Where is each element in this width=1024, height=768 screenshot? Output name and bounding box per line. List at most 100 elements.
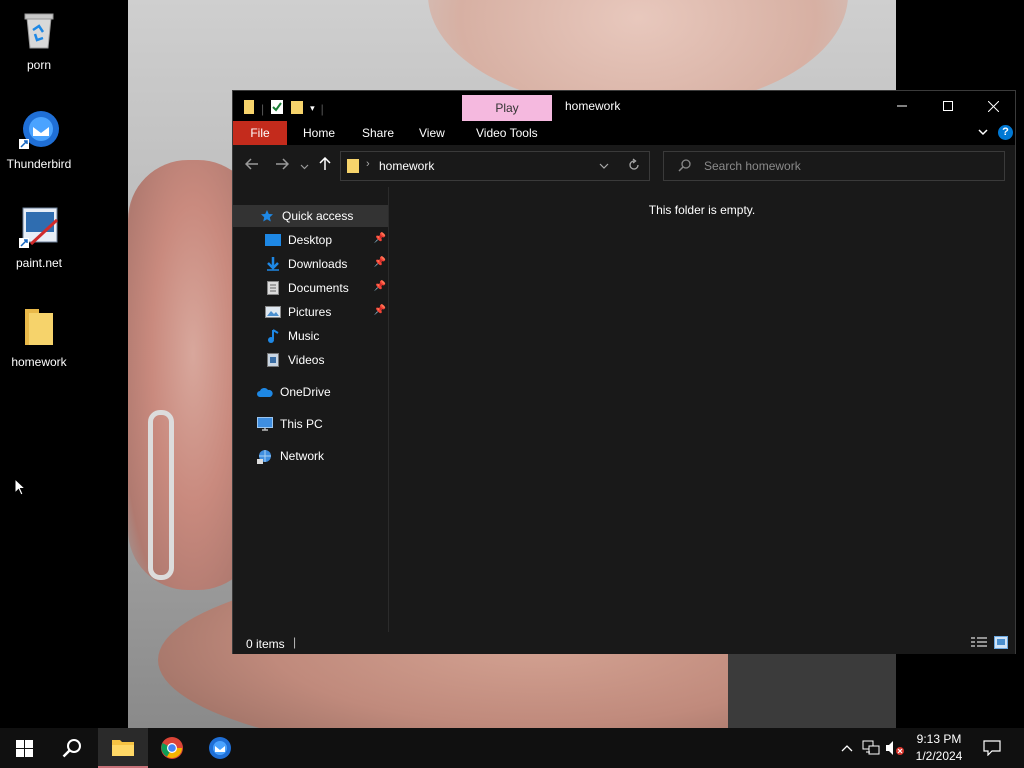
nav-item-desktop[interactable]: Desktop 📌 (233, 229, 388, 251)
forward-button[interactable] (275, 157, 290, 175)
status-bar: 0 items | (233, 632, 1015, 654)
nav-item-label: Quick access (282, 209, 354, 223)
nav-item-quick-access[interactable]: Quick access (233, 205, 388, 227)
desktop-icon-label: paint.net (15, 256, 63, 270)
desktop-icon-label: homework (11, 355, 67, 369)
ribbon-tabs: File Home Share View Video Tools ? (233, 121, 1015, 145)
pin-icon: 📌 (373, 257, 386, 268)
clock-date: 1/2/2024 (915, 749, 963, 763)
quick-access-toolbar: | ▾ | (243, 99, 324, 118)
breadcrumb-separator-icon: › (366, 158, 370, 170)
nav-item-videos[interactable]: Videos (233, 349, 388, 371)
tab-file[interactable]: File (233, 121, 287, 145)
clock-time: 9:13 PM (916, 732, 962, 746)
thunderbird-icon (17, 107, 61, 151)
desktop-icon-homework-folder[interactable]: homework (0, 305, 78, 369)
close-button[interactable] (970, 91, 1016, 121)
tab-video-tools[interactable]: Video Tools (466, 121, 548, 145)
nav-item-label: This PC (280, 417, 323, 431)
paintnet-icon (17, 206, 61, 250)
download-arrow-icon (265, 257, 281, 271)
back-button[interactable] (244, 157, 259, 175)
desktop-icon-recycle-bin[interactable]: porn (0, 8, 78, 72)
item-count: 0 items (246, 637, 285, 651)
nav-item-label: Downloads (288, 257, 348, 271)
new-folder-icon[interactable] (290, 99, 304, 118)
nav-item-label: Videos (288, 353, 325, 367)
nav-item-label: Documents (288, 281, 349, 295)
search-button[interactable] (48, 728, 96, 768)
desktop-icon-label: Thunderbird (6, 157, 72, 171)
nav-item-label: Network (280, 449, 325, 463)
help-icon[interactable]: ? (998, 125, 1013, 140)
refresh-icon[interactable] (628, 158, 640, 175)
tab-home[interactable]: Home (293, 121, 345, 145)
wallpaper-shape (148, 410, 174, 580)
nav-item-music[interactable]: Music (233, 325, 388, 347)
file-list-area[interactable]: This folder is empty. (389, 187, 1015, 632)
search-input[interactable]: Search homework (704, 159, 801, 173)
music-note-icon (265, 329, 281, 343)
system-clock[interactable]: 9:13 PM 1/2/2024 (904, 731, 974, 765)
large-icons-view-button[interactable] (994, 636, 1008, 652)
address-dropdown-icon[interactable] (599, 160, 609, 174)
network-status-icon[interactable] (860, 728, 882, 768)
nav-item-label: Desktop (288, 233, 333, 247)
nav-item-onedrive[interactable]: OneDrive (233, 381, 388, 403)
volume-muted-icon[interactable] (884, 728, 906, 768)
start-button[interactable] (0, 728, 48, 768)
customize-qat-icon[interactable]: ▾ (310, 103, 315, 114)
network-icon (257, 449, 273, 464)
taskbar-thunderbird[interactable] (196, 728, 244, 768)
navigation-bar: › homework Search homework (233, 145, 1015, 187)
search-box[interactable]: Search homework (663, 151, 1005, 181)
nav-item-label: OneDrive (280, 385, 331, 399)
recycle-bin-icon (17, 8, 61, 52)
divider: | (320, 101, 324, 116)
desktop-icon (265, 233, 281, 247)
breadcrumb-homework[interactable]: homework (379, 159, 434, 173)
navigation-pane: Quick access Desktop 📌 Downloads 📌 Docum… (233, 187, 389, 632)
computer-icon (257, 417, 273, 431)
desktop-icon-paintnet[interactable]: paint.net (0, 206, 78, 270)
nav-item-downloads[interactable]: Downloads 📌 (233, 253, 388, 275)
desktop-icon-label: porn (26, 58, 52, 72)
pin-icon: 📌 (373, 305, 386, 316)
show-hidden-icons-button[interactable] (838, 728, 856, 768)
nav-item-label: Music (288, 329, 320, 343)
nav-item-documents[interactable]: Documents 📌 (233, 277, 388, 299)
nav-item-label: Pictures (288, 305, 332, 319)
up-button[interactable] (318, 156, 332, 175)
tab-view[interactable]: View (409, 121, 455, 145)
tab-share[interactable]: Share (352, 121, 404, 145)
file-explorer-window: | ▾ | Play homework File Home Share View… (232, 90, 1016, 654)
nav-item-this-pc[interactable]: This PC (233, 413, 388, 435)
nav-item-network[interactable]: Network (233, 445, 388, 467)
cloud-icon (257, 385, 273, 399)
folder-icon (243, 99, 255, 118)
recent-locations-button[interactable] (300, 158, 309, 175)
taskbar-chrome[interactable] (148, 728, 196, 768)
videos-icon (265, 353, 281, 367)
folder-icon (346, 158, 360, 177)
address-bar[interactable]: › homework (340, 151, 650, 181)
search-icon (678, 159, 691, 175)
taskbar-file-explorer[interactable] (98, 728, 148, 768)
window-title: homework (565, 99, 621, 113)
folder-icon (17, 305, 61, 349)
details-view-button[interactable] (971, 636, 987, 652)
tab-play-contextual[interactable]: Play (462, 95, 552, 121)
minimize-button[interactable] (879, 91, 925, 121)
pin-icon: 📌 (373, 281, 386, 292)
action-center-button[interactable] (978, 728, 1006, 768)
pin-icon: 📌 (373, 233, 386, 244)
desktop-icon-thunderbird[interactable]: Thunderbird (0, 107, 78, 171)
title-bar: | ▾ | Play homework (233, 91, 1015, 121)
maximize-button[interactable] (925, 91, 971, 121)
document-icon (265, 281, 281, 295)
mouse-cursor-icon (14, 477, 27, 499)
properties-icon[interactable] (270, 99, 284, 118)
expand-ribbon-icon[interactable] (977, 126, 989, 141)
nav-item-pictures[interactable]: Pictures 📌 (233, 301, 388, 323)
divider: | (293, 635, 297, 649)
